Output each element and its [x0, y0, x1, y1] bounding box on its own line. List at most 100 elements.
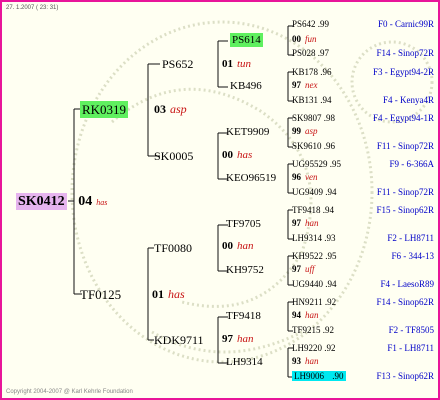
gen4-name-2: KB178 — [292, 67, 319, 77]
gen2-mating-2: 00 han — [222, 241, 254, 252]
gen2-nick-1: has — [237, 149, 253, 161]
gen3-mating-3: 96 ven — [292, 173, 318, 182]
gen1-nick-0: asp — [170, 102, 187, 116]
gen4-year-9: .93 — [324, 233, 336, 243]
gen3-name-0: PS614 — [230, 33, 263, 47]
gen4-year-12: .92 — [324, 297, 337, 307]
gen4-right-13: F2 - TF8505 — [388, 325, 434, 335]
gen4-year-5: .96 — [323, 141, 336, 151]
gen2-year-3: 97 — [222, 333, 233, 345]
subject-year: 04 — [78, 194, 93, 209]
gen4-queen-10: KH9522 .95 — [292, 252, 337, 261]
gen3-queen-1: KB496 — [230, 80, 262, 92]
gen3-year-7: 93 — [292, 356, 301, 366]
subject-nick: has — [96, 198, 108, 207]
gen4-year-13: .92 — [322, 325, 335, 335]
gen4-right-11: F4 - LaesoR89 — [380, 279, 435, 289]
gen3-queen-3: KEO96519 — [226, 172, 277, 184]
gen4-name-8: TF9418 — [292, 205, 321, 215]
gen4-queen-15: LH9006 .90 — [292, 371, 346, 381]
gen4-name-14: LH9220 — [292, 343, 322, 353]
gen4-name-12: HN9211 — [292, 297, 323, 307]
gen3-nick-1: nex — [305, 80, 318, 90]
subject-queen: SK0412 04 has — [16, 193, 108, 210]
gen4-right-8: F15 - Sinop62R — [376, 205, 434, 215]
gen2-mating-0: 01 tun — [222, 59, 251, 70]
gen4-name-3: KB131 — [292, 95, 319, 105]
gen4-year-11: .94 — [325, 279, 337, 289]
gen4-name-13: TF9215 — [292, 325, 321, 335]
gen2-queen-1: SK0005 — [154, 149, 194, 163]
gen3-mating-5: 97 uff — [292, 265, 315, 274]
gen4-name-0: PS642 — [292, 19, 316, 29]
gen4-queen-14: LH9220 .92 — [292, 344, 336, 353]
gen4-queen-3: KB131 .94 — [292, 96, 332, 105]
gen3-year-2: 99 — [292, 126, 301, 136]
gen4-right-2: F3 - Egypt94-2R — [372, 67, 434, 77]
gen1-mating-0: 03 asp — [154, 103, 187, 115]
gen4-queen-7: UG9409 .94 — [292, 188, 337, 197]
gen4-year-8: .94 — [322, 205, 335, 215]
subject-name: SK0412 — [16, 193, 67, 210]
gen1-year-1: 01 — [152, 287, 164, 301]
gen2-nick-0: tun — [237, 58, 252, 70]
pedigree-frame: 27. 1.2007 ( 23: 31) SK0412 04 has RK0319… — [0, 0, 440, 400]
gen4-name-15: LH9006 — [292, 371, 326, 381]
gen3-year-6: 94 — [292, 310, 301, 320]
gen3-nick-7: han — [305, 356, 319, 366]
gen4-right-7: F11 - Sinop72R — [376, 187, 434, 197]
gen3-mating-6: 94 han — [292, 311, 319, 320]
gen4-right-12: F14 - Sinop62R — [376, 297, 434, 307]
gen4-name-7: UG9409 — [292, 187, 323, 197]
gen2-nick-3: han — [237, 333, 254, 345]
gen4-name-5: SK9610 — [292, 141, 322, 151]
gen2-mating-1: 00 has — [222, 150, 252, 161]
gen3-mating-4: 97 han — [292, 219, 319, 228]
gen3-nick-6: han — [305, 310, 319, 320]
gen1-queen-1: TF0125 — [80, 288, 121, 301]
gen2-queen-2: TF0080 — [154, 241, 193, 255]
gen4-year-14: .92 — [324, 343, 336, 353]
gen4-queen-4: SK9807 .98 — [292, 114, 335, 123]
gen3-year-5: 97 — [292, 264, 301, 274]
gen2-queen-0: PS652 — [162, 57, 194, 71]
gen3-mating-0: 00 fun — [292, 35, 317, 44]
gen4-queen-2: KB178 .96 — [292, 68, 332, 77]
gen1-nick-1: has — [168, 287, 185, 301]
gen4-queen-8: TF9418 .94 — [292, 206, 334, 215]
gen4-right-10: F6 - 344-13 — [391, 251, 435, 261]
gen4-right-1: F14 - Sinop72R — [376, 48, 434, 58]
gen2-year-1: 00 — [222, 149, 233, 161]
gen3-nick-3: ven — [305, 172, 318, 182]
gen3-nick-0: fun — [305, 34, 317, 44]
gen3-year-0: 00 — [292, 34, 301, 44]
gen1-name-1: TF0125 — [80, 287, 122, 302]
gen4-year-3: .94 — [320, 95, 332, 105]
gen3-mating-2: 99 asp — [292, 127, 318, 136]
gen4-queen-12: HN9211 .92 — [292, 298, 336, 307]
gen3-nick-2: asp — [305, 126, 318, 136]
gen3-queen-7: LH9314 — [226, 356, 263, 368]
gen3-queen-4: TF9705 — [226, 218, 261, 230]
gen4-year-0: .99 — [317, 19, 330, 29]
gen4-name-11: UG9440 — [292, 279, 323, 289]
gen4-name-6: UG95529 — [292, 159, 328, 169]
gen4-name-10: KH9522 — [292, 251, 323, 261]
gen4-name-1: PS028 — [292, 48, 316, 58]
gen4-queen-5: SK9610 .96 — [292, 142, 335, 151]
gen4-right-9: F2 - LH8711 — [387, 233, 434, 243]
gen4-queen-1: PS028 .97 — [292, 49, 329, 58]
gen3-mating-1: 97 nex — [292, 81, 318, 90]
gen3-queen-5: KH9752 — [226, 264, 264, 276]
gen3-year-1: 97 — [292, 80, 301, 90]
gen4-year-6: .95 — [329, 159, 341, 169]
gen4-name-9: LH9314 — [292, 233, 322, 243]
gen4-right-4: F4 - Egypt94-1R — [372, 113, 434, 123]
gen3-mating-7: 93 han — [292, 357, 319, 366]
gen4-queen-6: UG95529 .95 — [292, 160, 341, 169]
gen4-year-4: .98 — [323, 113, 336, 123]
gen4-queen-11: UG9440 .94 — [292, 280, 337, 289]
gen3-queen-2: KET9909 — [226, 126, 270, 138]
gen3-queen-6: TF9418 — [226, 310, 261, 322]
copyright-footer: Copyright 2004-2007 @ Karl Kehrle Founda… — [6, 389, 133, 395]
